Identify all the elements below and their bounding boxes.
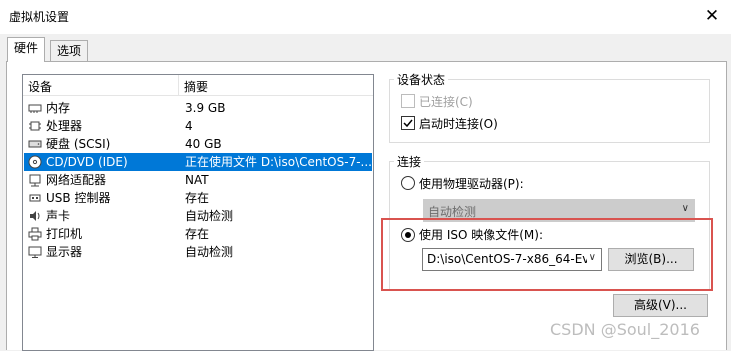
device-summary: 40 GB xyxy=(185,137,222,151)
chevron-down-icon: ∨ xyxy=(681,203,689,214)
device-name: USB 控制器 xyxy=(46,191,111,205)
device-name: 声卡 xyxy=(46,209,71,223)
connect-on-start-label: 启动时连接(O) xyxy=(419,117,498,131)
window-title: 虚拟机设置 xyxy=(9,10,70,24)
disk-icon xyxy=(28,140,42,148)
title-bar: 虚拟机设置 ✕ xyxy=(0,0,731,34)
device-row-cpu[interactable]: 处理器 4 xyxy=(24,117,372,135)
device-list-header: 设备 摘要 xyxy=(23,75,373,96)
device-row-network[interactable]: 网络适配器 NAT xyxy=(24,171,372,189)
device-summary: 存在 xyxy=(185,191,210,205)
device-name: 打印机 xyxy=(46,227,83,241)
device-row-usb[interactable]: USB 控制器 存在 xyxy=(24,189,372,207)
physical-drive-label: 使用物理驱动器(P): xyxy=(419,177,524,191)
device-summary: NAT xyxy=(185,173,209,187)
device-name: 网络适配器 xyxy=(46,173,107,187)
device-summary: 存在 xyxy=(185,227,210,241)
device-row-memory[interactable]: 内存 3.9 GB xyxy=(24,99,372,117)
advanced-button[interactable]: 高级(V)... xyxy=(613,294,708,317)
tab-options[interactable]: 选项 xyxy=(50,40,89,61)
connect-on-start-checkbox[interactable] xyxy=(401,116,415,130)
device-row-cd-dvd[interactable]: CD/DVD (IDE) 正在使用文件 D:\iso\CentOS-7-... xyxy=(24,153,372,171)
printer-icon xyxy=(28,227,42,241)
column-header-device[interactable]: 设备 xyxy=(28,78,52,95)
device-summary: 自动检测 xyxy=(185,209,234,223)
device-name: 显示器 xyxy=(46,245,83,259)
device-name: 硬盘 (SCSI) xyxy=(46,137,111,151)
close-icon[interactable]: ✕ xyxy=(699,4,725,28)
device-name: 处理器 xyxy=(46,119,83,133)
device-row-printer[interactable]: 打印机 存在 xyxy=(24,225,372,243)
device-name: 内存 xyxy=(46,101,71,115)
network-icon xyxy=(29,174,41,187)
device-row-disk[interactable]: 硬盘 (SCSI) 40 GB xyxy=(24,135,372,153)
device-row-sound[interactable]: 声卡 自动检测 xyxy=(24,207,372,225)
device-list[interactable]: 设备 摘要 内存 3.9 GB 处理器 4 硬盘 (SCSI) 40 GB CD… xyxy=(22,74,374,351)
device-status-group xyxy=(389,79,710,143)
speaker-icon xyxy=(30,211,40,221)
device-summary: 正在使用文件 D:\iso\CentOS-7-... xyxy=(185,155,372,169)
device-summary: 自动检测 xyxy=(185,245,234,259)
device-summary: 4 xyxy=(185,119,193,133)
watermark: CSDN @Soul_2016 xyxy=(550,320,700,339)
device-status-title: 设备状态 xyxy=(394,71,449,88)
cpu-icon xyxy=(29,121,41,131)
cd-icon xyxy=(28,155,42,169)
column-header-summary[interactable]: 摘要 xyxy=(184,78,208,95)
device-name: CD/DVD (IDE) xyxy=(46,155,128,169)
checkmark-icon xyxy=(403,119,413,128)
physical-drive-radio[interactable] xyxy=(401,176,415,190)
connection-title: 连接 xyxy=(394,153,425,170)
connected-checkbox[interactable] xyxy=(401,94,415,108)
device-summary: 3.9 GB xyxy=(185,101,226,115)
tab-hardware[interactable]: 硬件 xyxy=(7,37,46,62)
tab-strip: 硬件 选项 xyxy=(0,36,731,62)
connected-label: 已连接(C) xyxy=(419,95,473,109)
monitor-icon xyxy=(28,246,42,258)
highlight-box xyxy=(381,218,713,291)
usb-icon xyxy=(29,194,41,202)
column-separator[interactable] xyxy=(178,75,179,95)
device-row-display[interactable]: 显示器 自动检测 xyxy=(24,243,372,261)
memory-icon xyxy=(28,104,42,113)
